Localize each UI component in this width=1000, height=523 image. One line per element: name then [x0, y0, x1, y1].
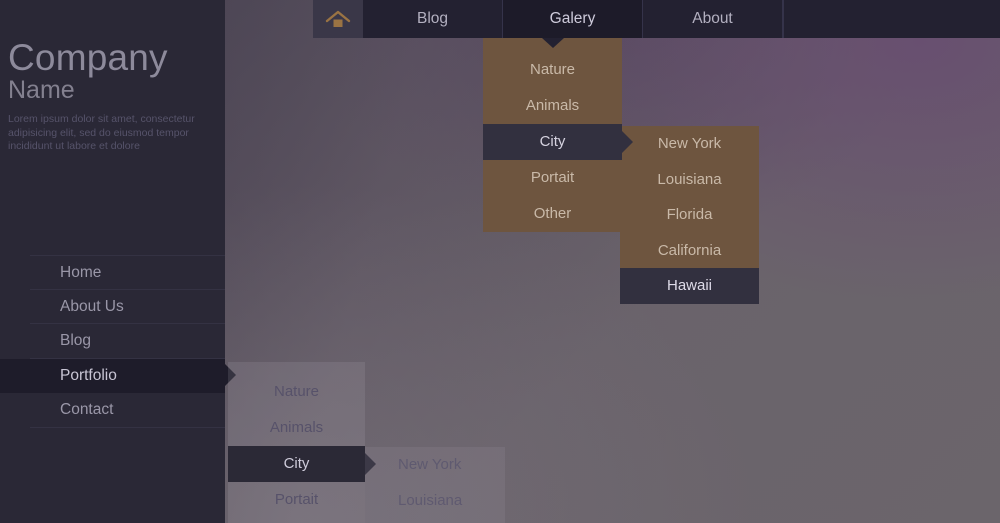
sidebar-item-contact[interactable]: Contact	[30, 393, 225, 428]
portfolio-menu-item-nature[interactable]: Nature	[228, 374, 365, 410]
portfolio-menu-item-animals[interactable]: Animals	[228, 410, 365, 446]
menu-item-label: Hawaii	[666, 277, 712, 294]
menu-item-label: New York	[398, 456, 462, 473]
sidebar-item-label: Blog	[60, 332, 92, 349]
sidebar-item-label: Contact	[60, 401, 114, 418]
menu-item-label: Nature	[273, 383, 320, 400]
menu-item-label: City	[283, 455, 310, 472]
gallery-submenu-item-hawaii[interactable]: Hawaii	[620, 268, 759, 304]
portfolio-submenu: New York Louisiana	[365, 447, 505, 523]
brand-block: Company Name Lorem ipsum dolor sit amet,…	[8, 38, 223, 154]
topnav-item-blog[interactable]: Blog	[363, 0, 503, 38]
sidebar-item-label: Home	[60, 264, 102, 281]
sidebar-nav: Home About Us Blog Portfolio Contact	[0, 255, 236, 428]
sidebar-item-label: About Us	[60, 297, 124, 315]
menu-item-label: Animals	[525, 97, 580, 114]
topnav-item-about[interactable]: About	[643, 0, 783, 38]
sidebar-item-label: Portfolio	[60, 366, 117, 384]
gallery-menu-item-nature[interactable]: Nature	[483, 38, 622, 88]
menu-item-label: Portait	[274, 491, 319, 508]
portfolio-submenu-item-new-york[interactable]: New York	[365, 447, 505, 483]
sidebar: Company Name Lorem ipsum dolor sit amet,…	[0, 0, 236, 523]
gallery-submenu-item-louisiana[interactable]: Louisiana	[620, 162, 759, 198]
gallery-city-submenu: New York Louisiana Florida California Ha…	[620, 126, 759, 304]
menu-item-label: Louisiana	[657, 170, 722, 188]
home-button[interactable]	[313, 0, 363, 38]
menu-item-label: Animals	[269, 419, 324, 436]
menu-item-label: Portait	[530, 169, 575, 186]
sidebar-item-portfolio[interactable]: Portfolio	[0, 358, 236, 393]
top-navigation-bar: Blog Galery About	[313, 0, 1000, 38]
menu-item-label: Florida	[666, 206, 713, 223]
menu-item-label: California	[657, 241, 722, 259]
portfolio-menu-item-city[interactable]: City	[228, 446, 376, 482]
brand-title-line2: Name	[8, 76, 75, 104]
topnav-empty-area	[783, 0, 1000, 38]
gallery-dropdown-menu: Nature Animals City Portait Other	[483, 38, 633, 232]
menu-item-label: Other	[533, 205, 572, 222]
menu-item-label: Louisiana	[398, 492, 463, 509]
portfolio-flyout-menu: Nature Animals City Portait	[228, 362, 376, 523]
topnav-item-galery[interactable]: Galery	[503, 0, 643, 38]
brand-description: Lorem ipsum dolor sit amet, consectetur …	[8, 113, 195, 152]
portfolio-submenu-item-louisiana[interactable]: Louisiana	[365, 483, 505, 519]
gallery-submenu-item-new-york[interactable]: New York	[620, 126, 759, 162]
gallery-menu-item-other[interactable]: Other	[483, 196, 622, 232]
menu-item-label: Nature	[529, 61, 576, 78]
gallery-menu-item-animals[interactable]: Animals	[483, 88, 622, 124]
sidebar-item-about-us[interactable]: About Us	[30, 290, 225, 324]
topnav-item-label: About	[692, 10, 733, 27]
sidebar-item-home[interactable]: Home	[30, 255, 225, 290]
brand-title-line1: Company	[8, 37, 168, 78]
home-icon	[325, 10, 351, 27]
topnav-item-label: Blog	[416, 10, 449, 27]
topnav-item-label: Galery	[549, 10, 596, 27]
portfolio-menu-item-portait[interactable]: Portait	[228, 482, 365, 518]
caret-right-icon	[622, 131, 633, 153]
menu-item-label: New York	[657, 135, 722, 152]
menu-item-label: City	[539, 133, 566, 150]
sidebar-item-blog[interactable]: Blog	[30, 324, 225, 359]
gallery-menu-item-city[interactable]: City	[483, 124, 633, 160]
gallery-submenu-item-florida[interactable]: Florida	[620, 197, 759, 233]
gallery-menu-item-portait[interactable]: Portait	[483, 160, 622, 196]
gallery-submenu-item-california[interactable]: California	[620, 233, 759, 269]
page-root: Company Name Lorem ipsum dolor sit amet,…	[0, 0, 1000, 523]
